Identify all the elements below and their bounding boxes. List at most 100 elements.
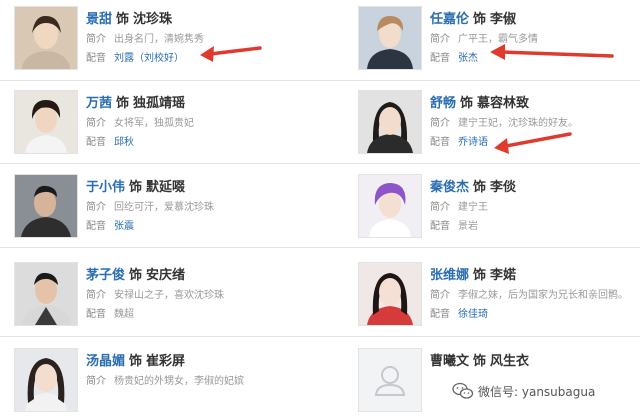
actor-name[interactable]: 张维娜 (430, 268, 469, 283)
role-line: 景甜饰沈珍珠 (86, 8, 172, 27)
voice-label: 配音 (86, 221, 106, 232)
role-name: 李婼 (490, 268, 517, 283)
actor-photo[interactable] (14, 348, 78, 412)
role-line: 曹曦文饰风生衣 (430, 350, 529, 369)
voice-actor[interactable]: 张杰 (458, 53, 478, 64)
actor-name: 曹曦文 (430, 354, 470, 369)
intro-label: 简介 (430, 34, 450, 45)
wechat-watermark: 微信号: yansubagua (452, 382, 595, 400)
arrow-annotation-icon (494, 132, 572, 154)
voice-actor[interactable]: 景岩 (458, 221, 478, 232)
voice-label: 配音 (430, 53, 450, 64)
voice-actor[interactable]: 张震 (114, 221, 134, 232)
intro-line: 简介 回纥可汗，爱慕沈珍珠 (86, 198, 214, 213)
as-label: 饰 (129, 268, 143, 283)
actor-photo[interactable] (14, 6, 78, 70)
intro-label: 简介 (430, 290, 450, 301)
actor-photo[interactable] (14, 262, 78, 326)
actor-photo[interactable] (358, 174, 422, 238)
row-divider (0, 163, 640, 164)
cast-card[interactable]: 茅子俊饰安庆绪 简介 安禄山之子，喜欢沈珍珠 配音 魏超 (14, 262, 314, 326)
cast-card[interactable]: 于小伟饰默延啜 简介 回纥可汗，爱慕沈珍珠 配音 张震 (14, 174, 314, 238)
voice-actor[interactable]: 魏超 (114, 309, 134, 320)
cast-card[interactable]: 汤晶媚饰崔彩屏 简介 杨贵妃的外甥女，李俶的妃嫔 (14, 348, 314, 412)
actor-photo[interactable] (14, 174, 78, 238)
voice-actor[interactable]: 刘露（刘校好） (114, 53, 184, 64)
role-name: 风生衣 (490, 354, 530, 369)
as-label: 饰 (473, 268, 487, 283)
voice-line: 配音 景岩 (430, 217, 478, 232)
voice-line: 配音 邱秋 (86, 133, 134, 148)
role-name: 安庆绪 (146, 268, 186, 283)
voice-label: 配音 (86, 137, 106, 148)
voice-line: 配音 刘露（刘校好） (86, 49, 184, 64)
intro-text: 杨贵妃的外甥女，李俶的妃嫔 (114, 376, 244, 387)
intro-line: 简介 杨贵妃的外甥女，李俶的妃嫔 (86, 372, 244, 387)
as-label: 饰 (473, 354, 487, 369)
as-label: 饰 (473, 180, 487, 195)
arrow-annotation-icon (490, 44, 614, 60)
cast-card[interactable]: 景甜饰沈珍珠 简介 出身名门，清婉隽秀 配音 刘露（刘校好） (14, 6, 314, 70)
intro-line: 简介 建宁王 (430, 198, 488, 213)
row-divider (0, 247, 640, 248)
intro-text: 李俶之妹，后为国家为兄长和亲回鹘。 (458, 290, 628, 301)
person-icon (359, 349, 421, 411)
intro-label: 简介 (86, 202, 106, 213)
intro-line: 简介 安禄山之子，喜欢沈珍珠 (86, 286, 224, 301)
intro-line: 简介 李俶之妹，后为国家为兄长和亲回鹘。 (430, 286, 628, 301)
actor-photo[interactable] (14, 90, 78, 154)
actor-name[interactable]: 于小伟 (86, 180, 125, 195)
actor-name[interactable]: 景甜 (86, 12, 112, 27)
intro-label: 简介 (430, 202, 450, 213)
row-divider (0, 336, 640, 337)
cast-card[interactable]: 曹曦文饰风生衣 (358, 348, 640, 412)
actor-name[interactable]: 任嘉伦 (430, 12, 469, 27)
intro-label: 简介 (86, 118, 106, 129)
cast-card[interactable]: 张维娜饰李婼 简介 李俶之妹，后为国家为兄长和亲回鹘。 配音 徐佳琦 (358, 262, 640, 326)
role-name: 崔彩屏 (146, 354, 186, 369)
role-line: 任嘉伦饰李俶 (430, 8, 516, 27)
watermark-text: 微信号: yansubagua (478, 384, 596, 399)
voice-line: 配音 徐佳琦 (430, 305, 488, 320)
wechat-icon (452, 382, 474, 399)
voice-line: 配音 张震 (86, 217, 134, 232)
cast-card[interactable]: 万茜饰独孤靖瑶 简介 女将军，独孤贵妃 配音 邱秋 (14, 90, 314, 154)
voice-actor[interactable]: 徐佳琦 (458, 309, 488, 320)
intro-text: 安禄山之子，喜欢沈珍珠 (114, 290, 224, 301)
actor-name[interactable]: 秦俊杰 (430, 180, 469, 195)
role-name: 慕容林致 (477, 96, 530, 111)
role-name: 沈珍珠 (133, 12, 173, 27)
actor-name[interactable]: 舒畅 (430, 96, 456, 111)
intro-text: 女将军，独孤贵妃 (114, 118, 194, 129)
voice-label: 配音 (430, 137, 450, 148)
actor-name[interactable]: 茅子俊 (86, 268, 125, 283)
voice-actor[interactable]: 邱秋 (114, 137, 134, 148)
role-line: 舒畅饰慕容林致 (430, 92, 529, 111)
intro-label: 简介 (86, 34, 106, 45)
intro-line: 简介 出身名门，清婉隽秀 (86, 30, 204, 45)
role-line: 茅子俊饰安庆绪 (86, 264, 185, 283)
arrow-annotation-icon (200, 46, 262, 62)
intro-line: 简介 女将军，独孤贵妃 (86, 114, 194, 129)
as-label: 饰 (460, 96, 474, 111)
role-line: 张维娜饰李婼 (430, 264, 516, 283)
as-label: 饰 (116, 96, 130, 111)
actor-photo[interactable] (358, 6, 422, 70)
intro-text: 建宁王 (458, 202, 488, 213)
role-line: 万茜饰独孤靖瑶 (86, 92, 185, 111)
intro-label: 简介 (430, 118, 450, 129)
role-name: 李倓 (490, 180, 517, 195)
voice-actor[interactable]: 乔诗语 (458, 137, 488, 148)
avatar-placeholder[interactable] (358, 348, 422, 412)
cast-card[interactable]: 秦俊杰饰李倓 简介 建宁王 配音 景岩 (358, 174, 640, 238)
actor-name[interactable]: 万茜 (86, 96, 112, 111)
role-line: 汤晶媚饰崔彩屏 (86, 350, 185, 369)
actor-name[interactable]: 汤晶媚 (86, 354, 125, 369)
voice-label: 配音 (86, 309, 106, 320)
actor-photo[interactable] (358, 90, 422, 154)
voice-label: 配音 (430, 221, 450, 232)
actor-photo[interactable] (358, 262, 422, 326)
voice-label: 配音 (86, 53, 106, 64)
role-name: 默延啜 (146, 180, 186, 195)
intro-text: 出身名门，清婉隽秀 (114, 34, 204, 45)
